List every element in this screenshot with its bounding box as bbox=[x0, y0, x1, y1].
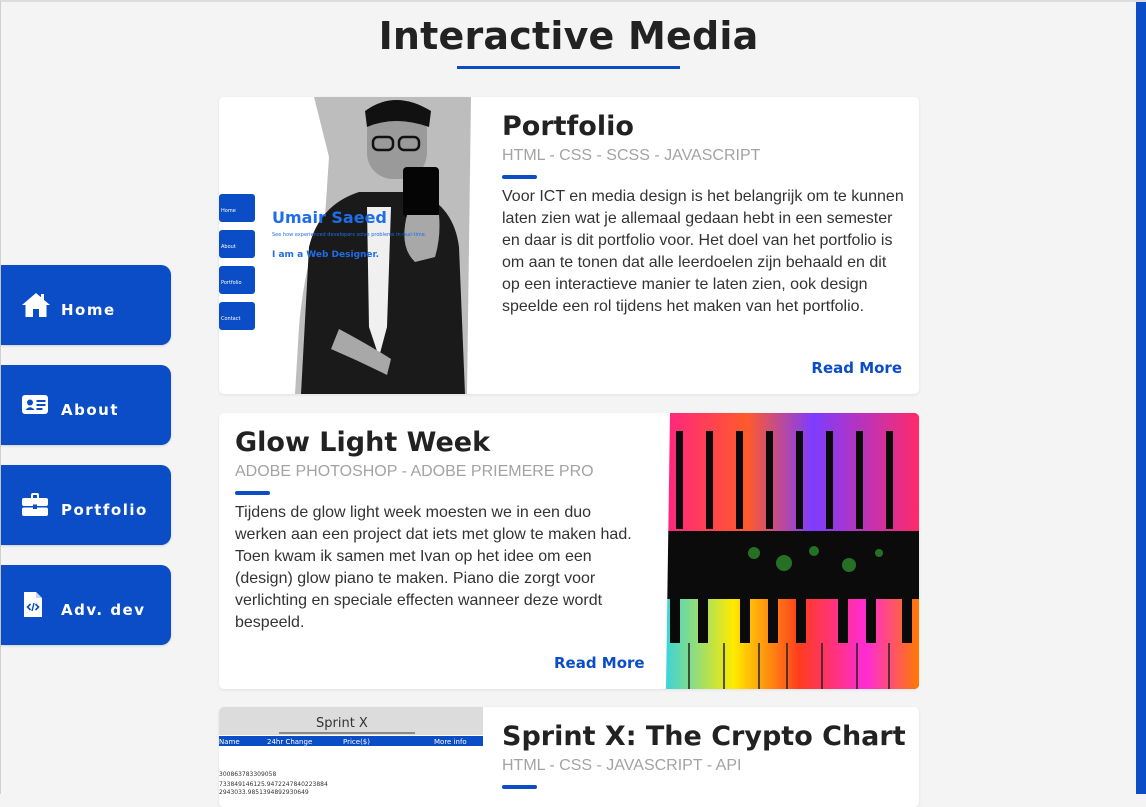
sidebar-item-about[interactable]: About bbox=[1, 365, 171, 445]
project-tags: HTML - CSS - JAVASCRIPT - API bbox=[502, 757, 742, 774]
project-card-glow-light-week: Glow Light Week ADOBE PHOTOSHOP - ADOBE … bbox=[219, 413, 919, 689]
read-more-link[interactable]: Read More bbox=[811, 359, 902, 377]
sidebar-item-home[interactable]: Home bbox=[1, 265, 171, 345]
portfolio-thumbnail: Home About Portfolio Contact Umair Saeed… bbox=[219, 97, 483, 394]
project-accent-line bbox=[235, 491, 270, 495]
code-file-icon bbox=[21, 591, 51, 619]
crypto-chart-thumbnail: Sprint X Name 24hr Change Price($) More … bbox=[219, 707, 483, 807]
project-description: Voor ICT en media design is het belangri… bbox=[502, 188, 904, 315]
sidebar-item-label: Portfolio bbox=[61, 501, 148, 519]
thumb-col-change: 24hr Change bbox=[267, 738, 312, 746]
project-title: Sprint X: The Crypto Chart bbox=[502, 721, 906, 752]
thumb-nav-label: Contact bbox=[221, 316, 240, 322]
sidebar-item-label: Adv. dev bbox=[61, 601, 146, 619]
page-title: Interactive Media bbox=[378, 14, 759, 58]
thumb-heading: Sprint X bbox=[316, 716, 368, 731]
project-tags: HTML - CSS - SCSS - JAVASCRIPT bbox=[502, 147, 761, 164]
sidebar-item-portfolio[interactable]: Portfolio bbox=[1, 465, 171, 545]
project-card-portfolio: Home About Portfolio Contact Umair Saeed… bbox=[219, 97, 919, 394]
home-icon bbox=[21, 291, 51, 319]
thumb-nav-label: Portfolio bbox=[221, 280, 242, 286]
sidebar-item-adv-dev[interactable]: Adv. dev bbox=[1, 565, 171, 645]
scrollbar-accent bbox=[1136, 2, 1146, 794]
thumb-nav-label: Home bbox=[221, 208, 236, 214]
sidebar-item-label: About bbox=[61, 401, 120, 419]
thumb-row: 2943033.9851394892930649 bbox=[219, 789, 309, 796]
project-title: Portfolio bbox=[502, 111, 634, 142]
thumb-role-text: I am a Web Designer. bbox=[272, 250, 379, 260]
project-card-sprint-x: Sprint X Name 24hr Change Price($) More … bbox=[219, 707, 919, 807]
project-title: Glow Light Week bbox=[235, 427, 491, 458]
thumb-col-info: More info bbox=[434, 738, 467, 746]
title-underline bbox=[457, 66, 680, 69]
project-description: Tijdens de glow light week moesten we in… bbox=[235, 504, 632, 631]
id-card-icon bbox=[21, 391, 51, 419]
project-accent-line bbox=[502, 175, 537, 179]
thumb-row: 733849146125.9472247840223884 bbox=[219, 781, 328, 788]
read-more-link[interactable]: Read More bbox=[554, 654, 645, 672]
thumb-sub-text: See how experienced developers solve pro… bbox=[272, 232, 427, 238]
thumb-col-name: Name bbox=[219, 738, 240, 746]
glow-piano-thumbnail bbox=[654, 413, 919, 689]
thumb-col-price: Price($) bbox=[343, 738, 370, 746]
briefcase-icon bbox=[21, 491, 51, 519]
sidebar-item-label: Home bbox=[61, 301, 116, 319]
thumb-row: 300863783309058 bbox=[219, 771, 276, 778]
project-accent-line bbox=[502, 785, 537, 789]
thumb-nav-label: About bbox=[221, 244, 236, 250]
thumb-name-text: Umair Saeed bbox=[272, 208, 387, 227]
project-tags: ADOBE PHOTOSHOP - ADOBE PRIEMERE PRO bbox=[235, 463, 594, 480]
